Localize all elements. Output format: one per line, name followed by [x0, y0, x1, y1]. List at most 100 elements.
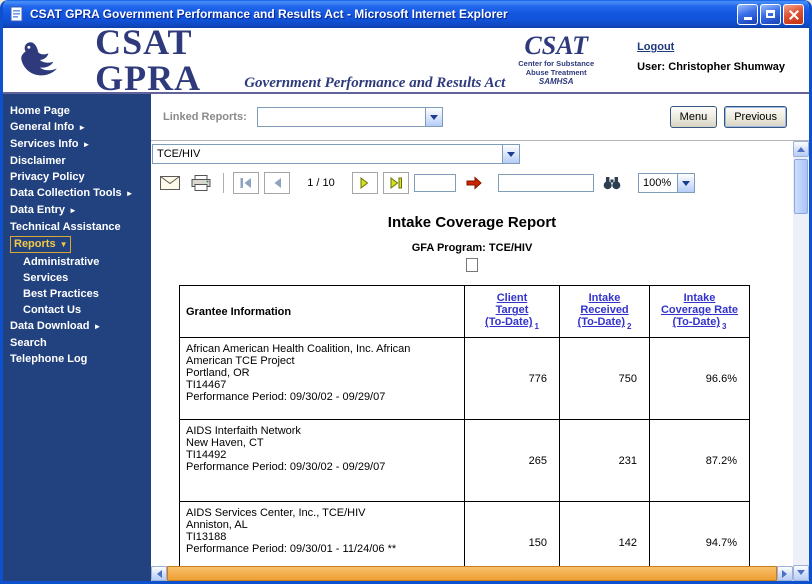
sidebar-item-telephone-log[interactable]: Telephone Log — [3, 351, 151, 367]
table-row: AIDS Interfaith Network New Haven, CT TI… — [180, 420, 750, 502]
linked-reports-select[interactable] — [257, 107, 443, 127]
column-sort-link[interactable]: Intake Coverage Rate (To-Date) — [661, 292, 738, 328]
column-header-intake-coverage-rate[interactable]: Intake Coverage Rate (To-Date)3 — [650, 286, 750, 338]
sidebar-item-label: Services Info — [10, 138, 78, 150]
sidebar-item-reports[interactable]: Reports▼ — [3, 235, 151, 254]
previous-page-button[interactable] — [264, 172, 290, 194]
horizontal-scrollbar[interactable] — [151, 566, 793, 581]
vertical-scrollbar[interactable] — [793, 141, 809, 581]
brand-title: CSAT GPRA — [95, 24, 234, 96]
chevron-down-icon[interactable] — [677, 174, 694, 192]
search-input[interactable] — [498, 174, 594, 192]
group-select-row: TCE/HIV — [151, 141, 793, 167]
chevron-right-icon: ► — [126, 189, 134, 198]
printer-icon — [191, 175, 211, 191]
report-title: Intake Coverage Report — [151, 214, 793, 231]
goto-page-input[interactable] — [414, 174, 456, 192]
grantee-info-cell: AIDS Services Center, Inc., TCE/HIV Anni… — [180, 502, 465, 567]
last-page-button[interactable] — [383, 172, 409, 194]
intake-received-cell: 142 — [560, 502, 650, 567]
chevron-down-icon[interactable] — [502, 145, 519, 163]
column-header-grantee-information: Grantee Information — [180, 286, 465, 338]
scroll-left-button[interactable] — [151, 566, 167, 581]
scroll-up-button[interactable] — [793, 141, 809, 157]
sidebar-item-label: Data Entry — [10, 204, 65, 216]
sidebar-item-label: Services — [23, 272, 68, 284]
zoom-select[interactable]: 100% — [638, 173, 695, 193]
csat-logo-samhsa: SAMHSA — [505, 77, 607, 87]
coverage-rate-cell: 87.2% — [650, 420, 750, 502]
previous-button[interactable]: Previous — [724, 106, 787, 128]
column-sort-link[interactable]: Intake Received (To-Date) — [578, 292, 629, 328]
column-header-client-target[interactable]: Client Target (To-Date)1 — [465, 286, 560, 338]
sidebar-item-contact-us[interactable]: Contact Us — [3, 302, 151, 318]
sidebar-item-privacy-policy[interactable]: Privacy Policy — [3, 169, 151, 185]
vertical-scrollbar-track[interactable] — [793, 157, 809, 565]
column-sort-link[interactable]: Client Target (To-Date) — [485, 292, 532, 328]
linked-reports-label: Linked Reports: — [163, 111, 247, 123]
sidebar-item-home-page[interactable]: Home Page — [3, 103, 151, 119]
sidebar-item-technical-assistance[interactable]: Technical Assistance — [3, 219, 151, 235]
sidebar-item-label: Contact Us — [23, 304, 81, 316]
next-page-icon — [358, 177, 372, 189]
next-page-button[interactable] — [352, 172, 378, 194]
column-header-intake-received[interactable]: Intake Received (To-Date)2 — [560, 286, 650, 338]
sidebar-item-label: Disclaimer — [10, 155, 66, 167]
browser-window: CSAT GPRA Government Performance and Res… — [0, 0, 812, 584]
sidebar-item-search[interactable]: Search — [3, 335, 151, 351]
page-indicator: 1 / 10 — [295, 177, 347, 189]
sidebar-item-data-collection-tools[interactable]: Data Collection Tools ► — [3, 185, 151, 202]
sidebar-item-label: Data Collection Tools — [10, 187, 122, 199]
client-target-cell: 150 — [465, 502, 560, 567]
scroll-down-button[interactable] — [793, 565, 809, 581]
sidebar-item-disclaimer[interactable]: Disclaimer — [3, 153, 151, 169]
table-header-row: Grantee Information Client Target (To-Da… — [180, 286, 750, 338]
horizontal-scrollbar-thumb[interactable] — [167, 566, 777, 581]
arrow-down-icon — [797, 570, 805, 579]
export-button[interactable] — [157, 171, 183, 195]
csat-logo: CSAT Center for Substance Abuse Treatmen… — [505, 33, 607, 87]
first-page-button[interactable] — [233, 172, 259, 194]
export-envelope-icon — [160, 176, 180, 190]
sidebar-item-administrative[interactable]: Administrative — [3, 254, 151, 270]
user-block: Logout User: Christopher Shumway — [637, 47, 785, 73]
sidebar-item-best-practices[interactable]: Best Practices — [3, 286, 151, 302]
grantee-info-cell: AIDS Interfaith Network New Haven, CT TI… — [180, 420, 465, 502]
coverage-rate-cell: 96.6% — [650, 338, 750, 420]
vertical-scrollbar-thumb[interactable] — [794, 159, 808, 214]
chevron-right-icon: ► — [78, 123, 86, 132]
close-button[interactable] — [783, 4, 804, 25]
report-group-value: TCE/HIV — [153, 148, 502, 160]
arrow-up-icon — [797, 143, 805, 152]
sidebar-item-general-info[interactable]: General Info ► — [3, 119, 151, 136]
scroll-right-button[interactable] — [777, 566, 793, 581]
last-page-icon — [389, 177, 403, 189]
menu-button[interactable]: Menu — [670, 106, 718, 128]
find-button[interactable] — [599, 171, 625, 195]
sidebar-item-label: Telephone Log — [10, 353, 87, 365]
maximize-button[interactable] — [760, 4, 781, 25]
sidebar-item-services-info[interactable]: Services Info ► — [3, 136, 151, 153]
window-title: CSAT GPRA Government Performance and Res… — [30, 7, 732, 21]
sidebar-item-services[interactable]: Services — [3, 270, 151, 286]
print-button[interactable] — [188, 171, 214, 195]
sidebar-item-label: Best Practices — [23, 288, 99, 300]
sidebar-item-data-download[interactable]: Data Download► — [3, 318, 151, 335]
minimize-button[interactable] — [737, 4, 758, 25]
coverage-rate-cell: 94.7% — [650, 502, 750, 567]
brand-subtitle: Government Performance and Results Act — [244, 75, 505, 92]
chevron-down-icon[interactable] — [425, 108, 442, 126]
chevron-right-icon: ► — [82, 140, 90, 149]
report-group-select[interactable]: TCE/HIV — [152, 144, 520, 164]
report-subtitle: GFA Program: TCE/HIV — [151, 242, 793, 254]
sidebar-item-data-entry[interactable]: Data Entry► — [3, 202, 151, 219]
grantee-info-cell: African American Health Coalition, Inc. … — [180, 338, 465, 420]
sidebar-item-label: Privacy Policy — [10, 171, 85, 183]
sidebar-item-label: General Info — [10, 121, 74, 133]
brand-logo: CSAT GPRA Government Performance and Res… — [95, 24, 505, 96]
table-row: African American Health Coalition, Inc. … — [180, 338, 750, 420]
logout-link[interactable]: Logout — [637, 41, 674, 53]
footnote-marker: 1 — [535, 322, 539, 331]
csat-logo-line: Abuse Treatment — [505, 68, 607, 77]
goto-page-button[interactable] — [461, 171, 487, 195]
